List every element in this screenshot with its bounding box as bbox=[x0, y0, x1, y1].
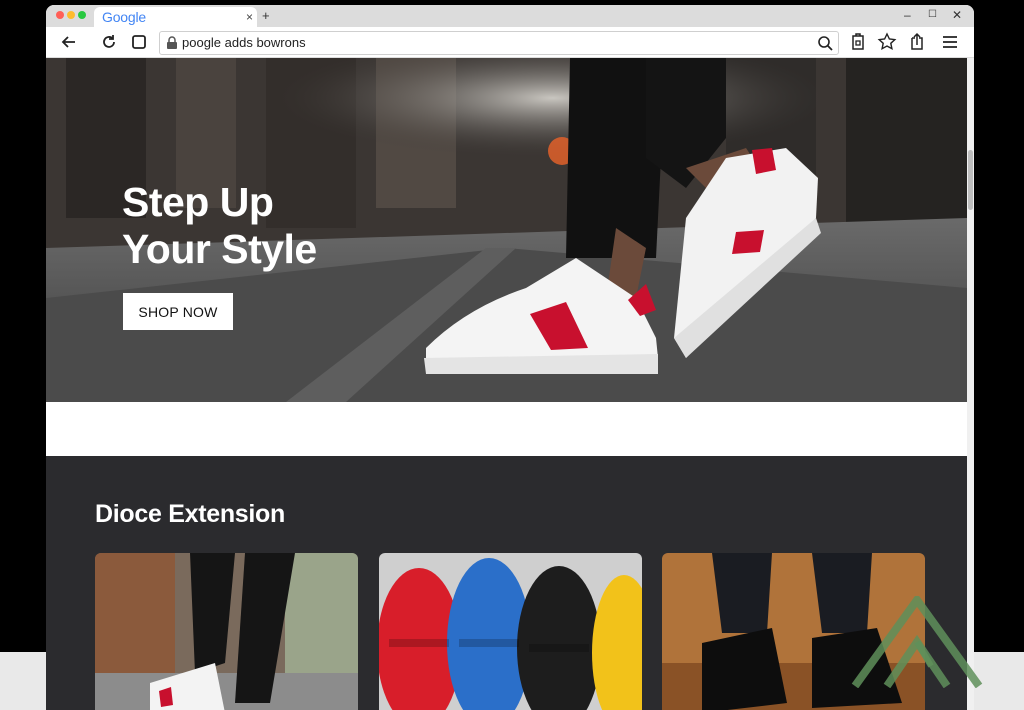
traffic-lights bbox=[56, 11, 86, 19]
shop-now-button[interactable]: SHOP NOW bbox=[123, 293, 233, 330]
spacer bbox=[46, 402, 967, 456]
new-tab-button[interactable]: + bbox=[262, 8, 270, 23]
hero-banner: Step Up Your Style SHOP NOW bbox=[46, 58, 967, 402]
logo-watermark bbox=[851, 596, 983, 688]
hero-title-line-2: Your Style bbox=[122, 226, 317, 272]
section-title: Dioce Extension bbox=[95, 500, 285, 528]
search-icon[interactable] bbox=[816, 34, 834, 52]
maximize-button[interactable]: ☐ bbox=[928, 9, 937, 20]
back-icon[interactable] bbox=[59, 32, 79, 52]
close-dot[interactable] bbox=[56, 11, 64, 19]
address-bar[interactable]: poogle adds bowrons bbox=[159, 31, 839, 55]
scroll-thumb[interactable] bbox=[968, 150, 973, 210]
tab-close-icon[interactable]: × bbox=[246, 10, 253, 24]
close-window-button[interactable]: ✕ bbox=[952, 8, 962, 22]
tab-strip: Google × + – ☐ ✕ bbox=[46, 5, 974, 27]
hero-title-line-1: Step Up bbox=[122, 179, 274, 225]
minimize-button[interactable]: – bbox=[904, 8, 911, 22]
minimize-dot[interactable] bbox=[67, 11, 75, 19]
url-text[interactable]: poogle adds bowrons bbox=[182, 35, 306, 50]
tab-google[interactable]: Google × bbox=[94, 7, 257, 27]
web-page: Step Up Your Style SHOP NOW Dioce Extens… bbox=[46, 58, 967, 710]
laces-image bbox=[379, 553, 642, 710]
product-card-sneakers[interactable] bbox=[95, 553, 358, 710]
sneakers-image bbox=[95, 553, 358, 710]
stop-icon[interactable] bbox=[129, 32, 149, 52]
hero-title: Step Up Your Style bbox=[122, 179, 317, 273]
extension-icon[interactable] bbox=[848, 32, 868, 52]
browser-window: Google × + – ☐ ✕ poogle adds bowrons Ste… bbox=[46, 5, 974, 710]
product-section: Dioce Extension bbox=[46, 456, 967, 710]
browser-toolbar: poogle adds bowrons bbox=[46, 27, 974, 58]
share-icon[interactable] bbox=[907, 32, 927, 52]
reload-icon[interactable] bbox=[99, 32, 119, 52]
lock-icon bbox=[167, 36, 177, 49]
menu-icon[interactable] bbox=[940, 32, 960, 52]
product-card-laces[interactable] bbox=[379, 553, 642, 710]
zoom-dot[interactable] bbox=[78, 11, 86, 19]
tab-title: Google bbox=[102, 9, 146, 25]
star-icon[interactable] bbox=[877, 32, 897, 52]
